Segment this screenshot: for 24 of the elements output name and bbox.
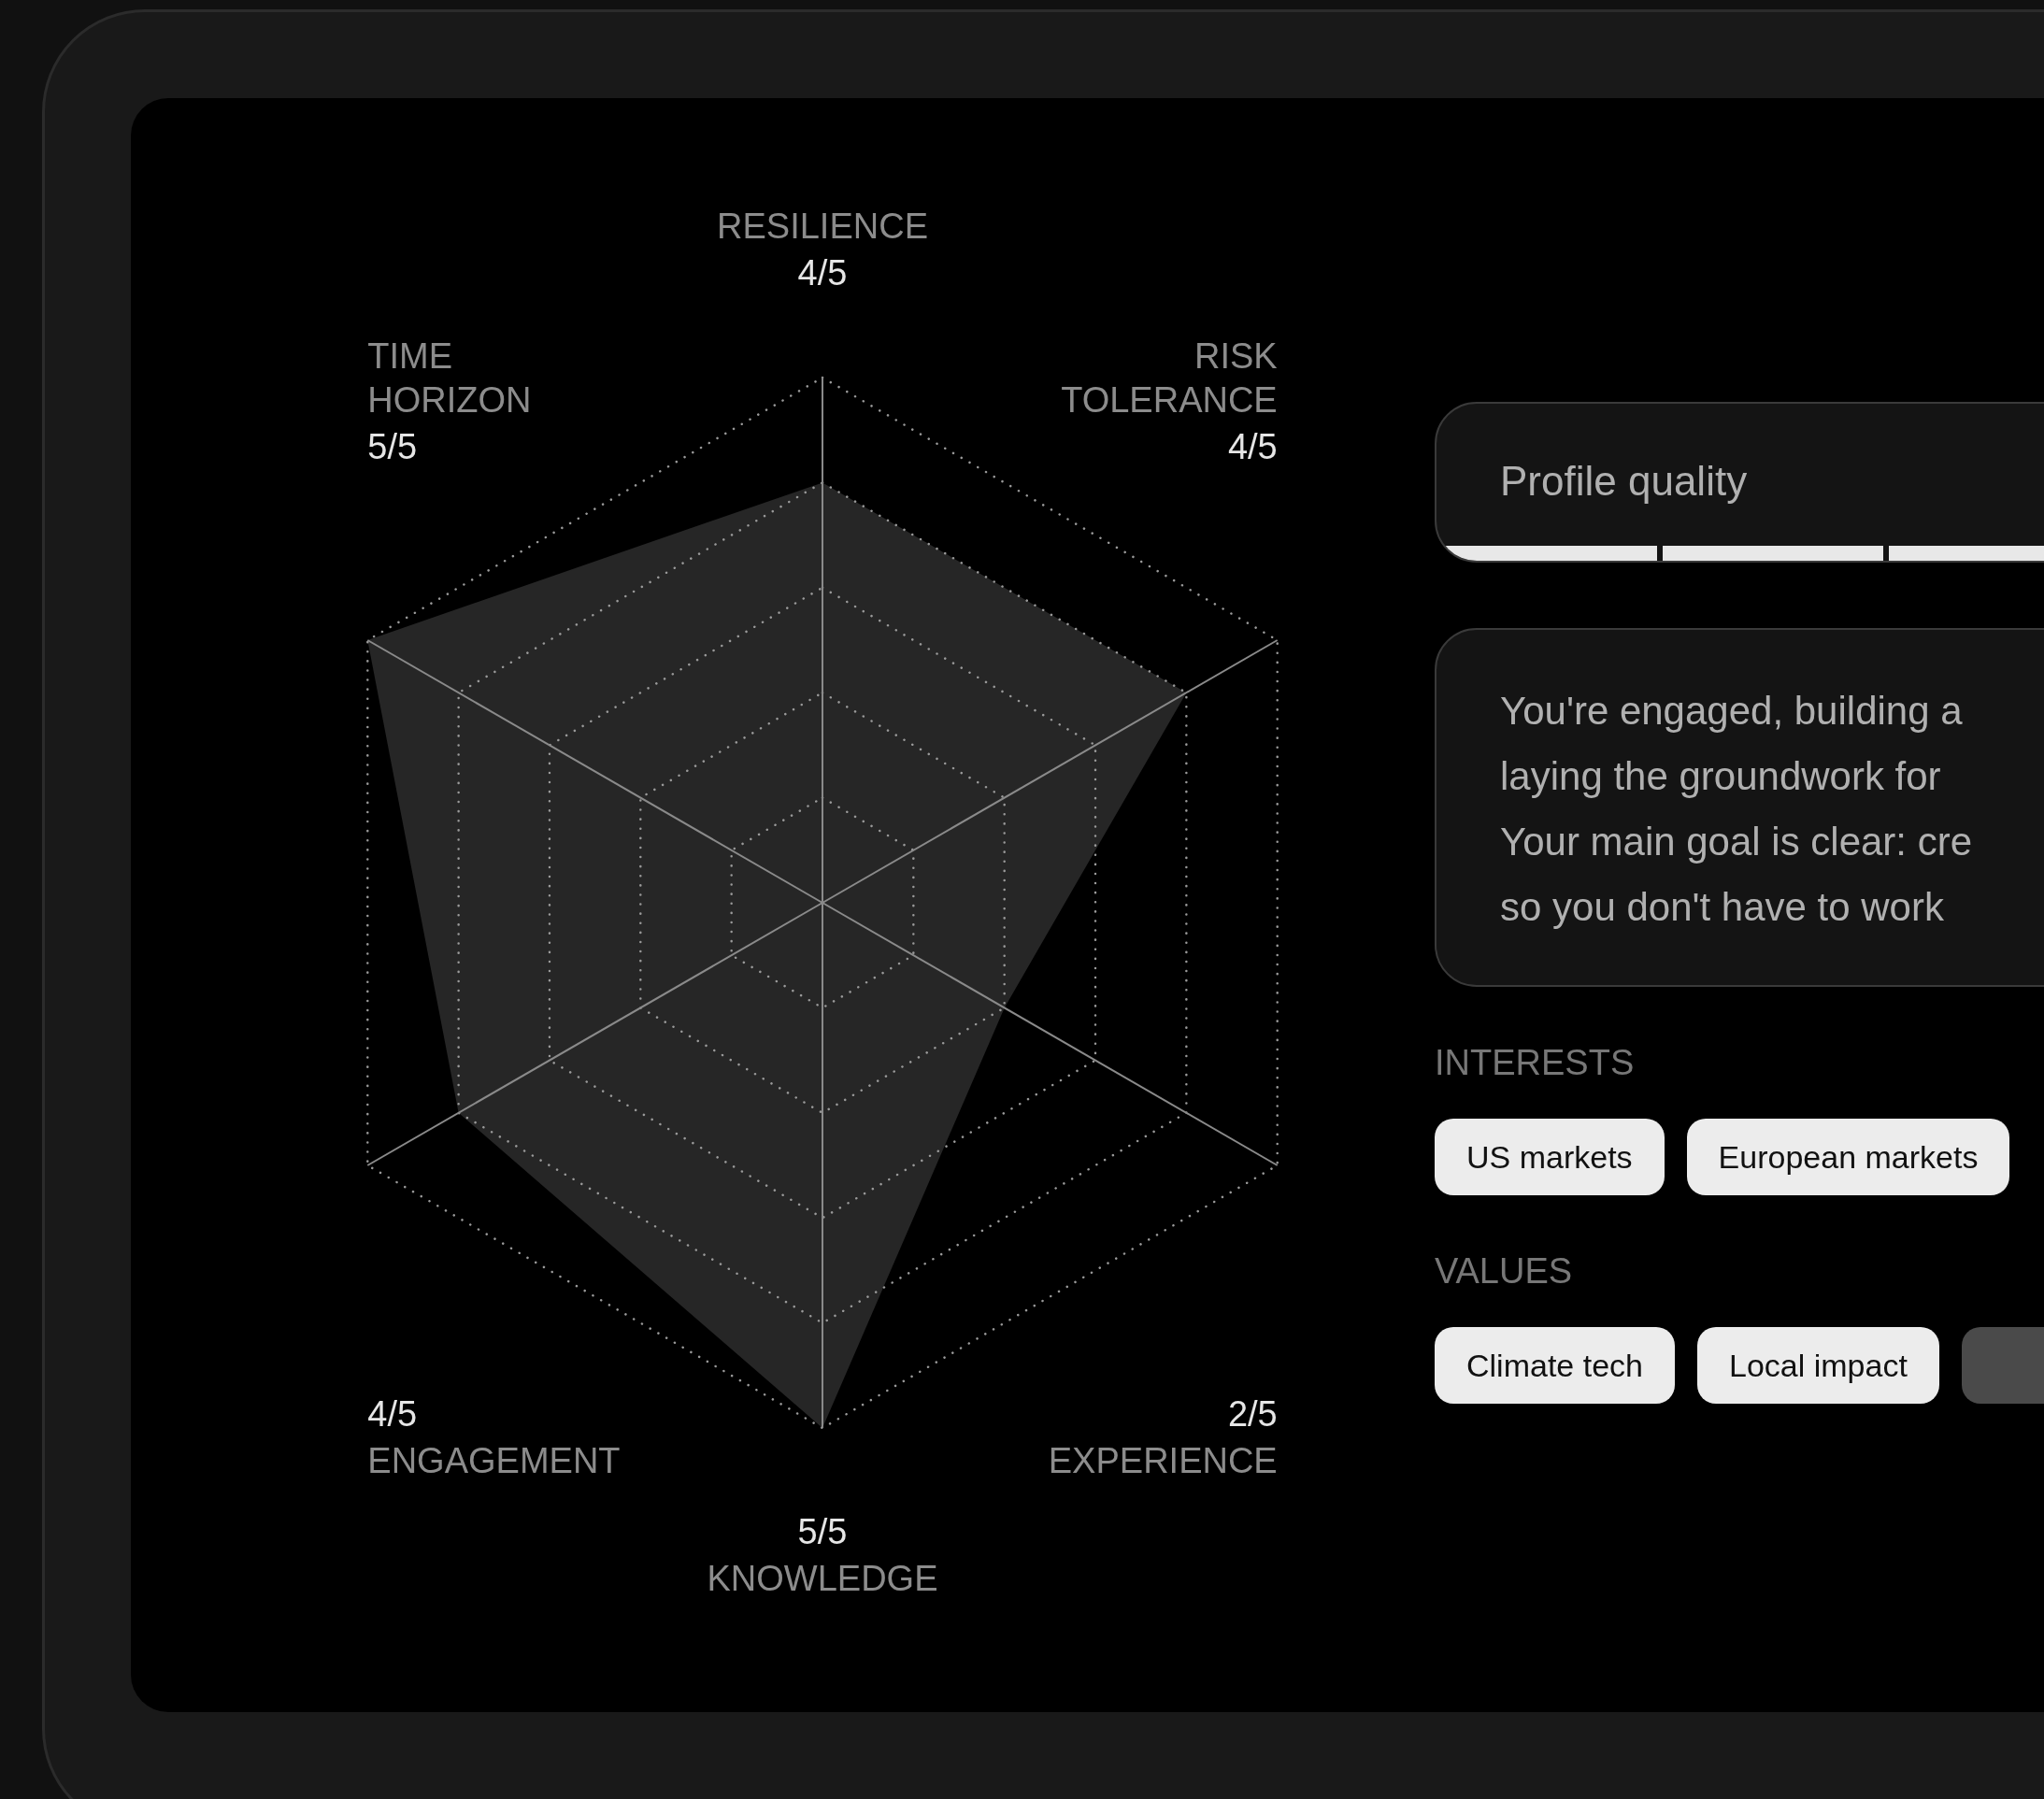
axis-label: RESILIENCE xyxy=(717,206,928,248)
axis-label: TIME HORIZON xyxy=(367,336,533,421)
axis-score: 5/5 xyxy=(797,1511,848,1553)
value-tag[interactable]: Local impact xyxy=(1696,1327,1939,1404)
summary-text: so you don't have to work xyxy=(1500,884,1944,931)
summary-text: You're engaged, building a xyxy=(1500,688,1963,735)
summary-text: Your main goal is clear: cre xyxy=(1500,819,1973,865)
axis-score: 5/5 xyxy=(367,426,418,468)
axis-label: KNOWLEDGE xyxy=(707,1558,938,1600)
summary-text: laying the groundwork for xyxy=(1500,753,1941,800)
value-tag[interactable] xyxy=(1961,1327,2044,1404)
profile-quality-title: Profile quality xyxy=(1499,457,1749,505)
axis-score: 4/5 xyxy=(797,252,848,294)
values-heading: VALUES xyxy=(1435,1251,1573,1292)
interest-tag[interactable]: US markets xyxy=(1435,1119,1665,1195)
axis-score: 4/5 xyxy=(367,1393,418,1435)
axis-label: ENGAGEMENT xyxy=(367,1440,621,1482)
axis-score: 2/5 xyxy=(1227,1393,1278,1435)
axis-score: 4/5 xyxy=(1227,426,1278,468)
interests-heading: INTERESTS xyxy=(1435,1043,1635,1083)
value-tag[interactable]: Climate tech xyxy=(1435,1327,1675,1404)
axis-label: EXPERIENCE xyxy=(1048,1440,1278,1482)
interest-tag[interactable]: European markets xyxy=(1686,1119,2010,1195)
axis-label: RISK TOLERANCE xyxy=(1060,336,1278,421)
